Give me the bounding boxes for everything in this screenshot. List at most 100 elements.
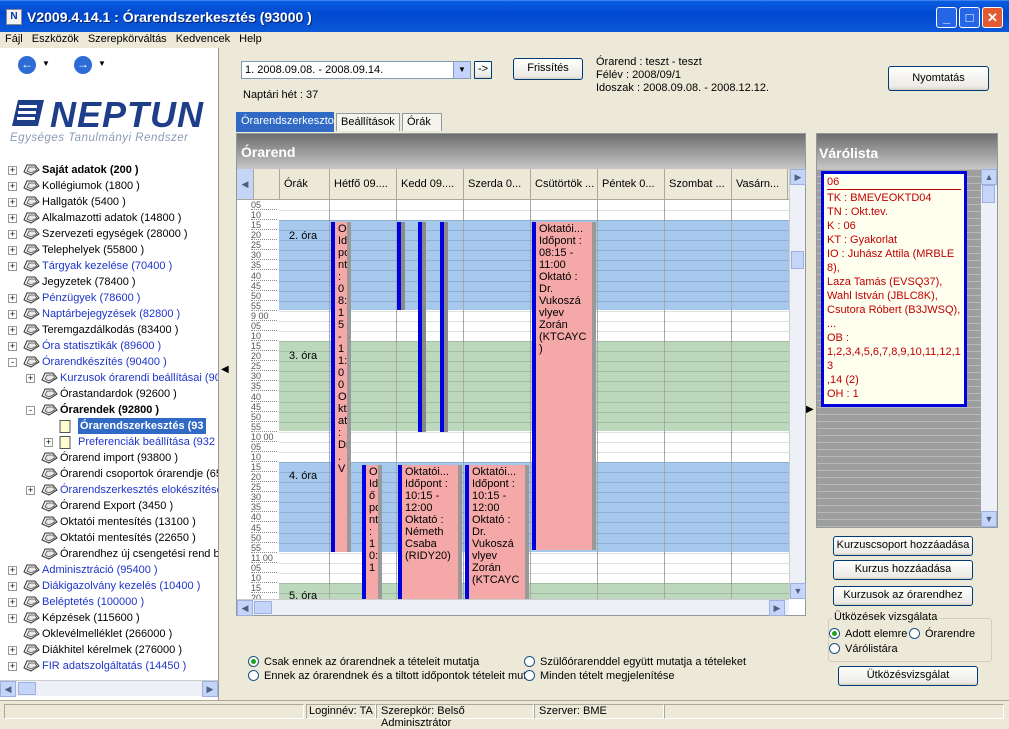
tree-item[interactable]: + Preferenciák beállítása (932: [0, 434, 218, 450]
week-select[interactable]: 1. 2008.09.08. - 2008.09.14. ▼: [241, 61, 471, 79]
event-monday-2[interactable]: O. Id ő po nt : 1 0: 1: [362, 465, 382, 599]
tree-item[interactable]: + Beléptetés (100000 ): [0, 594, 218, 610]
column-wednesday[interactable]: Szerda 0...: [464, 169, 531, 199]
calendar-scroll-thumb[interactable]: [791, 251, 804, 269]
scroll-right-icon[interactable]: ▶: [202, 681, 218, 697]
event-wednesday-1[interactable]: Oktatói... Időpont : 10:15 - 12:00 Oktat…: [465, 465, 529, 599]
tree-item[interactable]: - Órarendkészítés (90400 ): [0, 354, 218, 370]
scroll-left-icon[interactable]: ◀: [237, 600, 253, 616]
tree-item[interactable]: + Pénzügyek (78600 ): [0, 290, 218, 306]
radio-icon[interactable]: [909, 628, 920, 639]
expand-right-icon[interactable]: ▶: [806, 404, 814, 415]
tab-timetable-editor[interactable]: Órarendszerkeszto: [236, 112, 334, 132]
collision-option-waitinglist[interactable]: Várólistára: [829, 643, 898, 655]
forward-dropdown-icon[interactable]: ▼: [98, 59, 106, 68]
column-thursday[interactable]: Csütörtök ...: [531, 169, 598, 199]
option-with-forbidden[interactable]: Ennek az órarendnek és a tiltott időpont…: [248, 670, 532, 682]
tree-item[interactable]: Órarendszerkesztés (93: [0, 418, 218, 434]
event-monday-1[interactable]: O. Id po nt : 0 8: 1 5 - 1 1: 0 0 O kt a…: [331, 222, 351, 552]
go-button[interactable]: ->: [474, 61, 492, 79]
add-course-button[interactable]: Kurzus hozzáadása: [833, 560, 973, 580]
expand-icon[interactable]: +: [8, 262, 17, 271]
expand-icon[interactable]: +: [44, 438, 53, 447]
collapse-left-icon[interactable]: ◀: [221, 364, 229, 375]
expand-icon[interactable]: +: [8, 182, 17, 191]
scroll-left-icon[interactable]: ◀: [237, 169, 254, 199]
scroll-down-icon[interactable]: ▼: [981, 511, 997, 527]
tree-item[interactable]: + Tárgyak kezelése (70400 ): [0, 258, 218, 274]
waiting-list-scrollbar[interactable]: ▲ ▼: [981, 169, 997, 527]
radio-selected-icon[interactable]: [248, 656, 259, 667]
tree-item[interactable]: Órarend Export (3450 ): [0, 498, 218, 514]
courses-to-timetable-button[interactable]: Kurzusok az órarendhez: [833, 586, 973, 606]
tree-item[interactable]: Oklevélmelléklet (266000 ): [0, 626, 218, 642]
expand-icon[interactable]: +: [8, 598, 17, 607]
waiting-list-scroll-thumb[interactable]: [982, 185, 995, 203]
expand-icon[interactable]: +: [8, 166, 17, 175]
expand-icon[interactable]: +: [8, 214, 17, 223]
minimize-button[interactable]: _: [936, 7, 957, 28]
expand-icon[interactable]: +: [8, 662, 17, 671]
tree-item[interactable]: + Óra statisztikák (89600 ): [0, 338, 218, 354]
expand-icon[interactable]: +: [8, 294, 17, 303]
tree-item[interactable]: Oktatói mentesítés (22650 ): [0, 530, 218, 546]
back-dropdown-icon[interactable]: ▼: [42, 59, 50, 68]
event-tuesday-bar-1[interactable]: [397, 222, 405, 310]
tree-item[interactable]: + Diákhitel kérelmek (276000 ): [0, 642, 218, 658]
tree-item[interactable]: Jegyzetek (78400 ): [0, 274, 218, 290]
tree-item[interactable]: + Szervezeti egységek (28000 ): [0, 226, 218, 242]
add-course-group-button[interactable]: Kurzuscsoport hozzáadása: [833, 536, 973, 556]
tree-item[interactable]: + Hallgatók (5400 ): [0, 194, 218, 210]
radio-icon[interactable]: [829, 643, 840, 654]
tab-settings[interactable]: Beállítások: [336, 113, 400, 131]
collision-option-element[interactable]: Adott elemre: [829, 628, 907, 640]
scroll-up-icon[interactable]: ▶: [790, 169, 806, 185]
expand-icon[interactable]: +: [8, 566, 17, 575]
scroll-up-icon[interactable]: ▲: [981, 169, 997, 185]
tree-item[interactable]: + Adminisztráció (95400 ): [0, 562, 218, 578]
option-only-this[interactable]: Csak ennek az órarendnek a tételeit muta…: [248, 656, 479, 668]
radio-icon[interactable]: [524, 656, 535, 667]
expand-icon[interactable]: +: [26, 486, 35, 495]
menu-help[interactable]: Help: [234, 32, 266, 45]
tree-item[interactable]: Oktatói mentesítés (13100 ): [0, 514, 218, 530]
option-show-all[interactable]: Minden tételt megjelenítése: [524, 670, 675, 682]
chevron-down-icon[interactable]: ▼: [453, 62, 470, 78]
column-friday[interactable]: Péntek 0...: [598, 169, 665, 199]
radio-icon[interactable]: [248, 670, 259, 681]
radio-icon[interactable]: [524, 670, 535, 681]
tree-item[interactable]: + Naptárbejegyzések (82800 ): [0, 306, 218, 322]
event-tuesday-bar-2[interactable]: [418, 222, 426, 432]
expand-icon[interactable]: +: [8, 326, 17, 335]
tree-item[interactable]: + Képzések (115600 ): [0, 610, 218, 626]
tree-item[interactable]: Órastandardok (92600 ): [0, 386, 218, 402]
collision-check-button[interactable]: Ütközésvizsgálat: [838, 666, 978, 686]
scroll-down-icon[interactable]: ▼: [790, 583, 806, 599]
tree-scroll-thumb[interactable]: [18, 682, 36, 695]
radio-selected-icon[interactable]: [829, 628, 840, 639]
right-splitter[interactable]: ▶: [806, 133, 816, 616]
collision-option-timetable[interactable]: Órarendre: [909, 628, 975, 640]
event-tuesday-1[interactable]: Oktatói... Időpont : 10:15 - 12:00 Oktat…: [398, 465, 462, 599]
menu-role-switch[interactable]: Szerepkörváltás: [83, 32, 171, 45]
tree-item[interactable]: + FIR adatszolgáltatás (14450 ): [0, 658, 218, 674]
column-sunday[interactable]: Vasárn...: [732, 169, 788, 199]
menu-favorites[interactable]: Kedvencek: [171, 32, 234, 45]
pane-splitter[interactable]: ◀: [219, 48, 233, 700]
expand-icon[interactable]: +: [8, 230, 17, 239]
expand-icon[interactable]: +: [8, 310, 17, 319]
waiting-list[interactable]: 06 TK : BMEVEOKTD04 TN : Okt.tev. K : 06…: [817, 169, 981, 527]
expand-icon[interactable]: +: [8, 614, 17, 623]
column-hours[interactable]: Órák: [280, 169, 330, 199]
column-monday[interactable]: Hétfő 09....: [330, 169, 397, 199]
tree-item[interactable]: + Kurzusok órarendi beállításai (90: [0, 370, 218, 386]
event-thursday-1[interactable]: Oktatói... Időpont : 08:15 - 11:00 Oktat…: [532, 222, 596, 550]
expand-icon[interactable]: +: [8, 646, 17, 655]
tree-item[interactable]: + Kollégiumok (1800 ): [0, 178, 218, 194]
tree-item[interactable]: + Saját adatok (200 ): [0, 162, 218, 178]
print-button[interactable]: Nyomtatás: [888, 66, 989, 91]
tree-item[interactable]: + Teremgazdálkodás (83400 ): [0, 322, 218, 338]
tree-item[interactable]: Órarendi csoportok órarendje (65: [0, 466, 218, 482]
expand-icon[interactable]: +: [8, 342, 17, 351]
tree-item[interactable]: - Órarendek (92800 ): [0, 402, 218, 418]
